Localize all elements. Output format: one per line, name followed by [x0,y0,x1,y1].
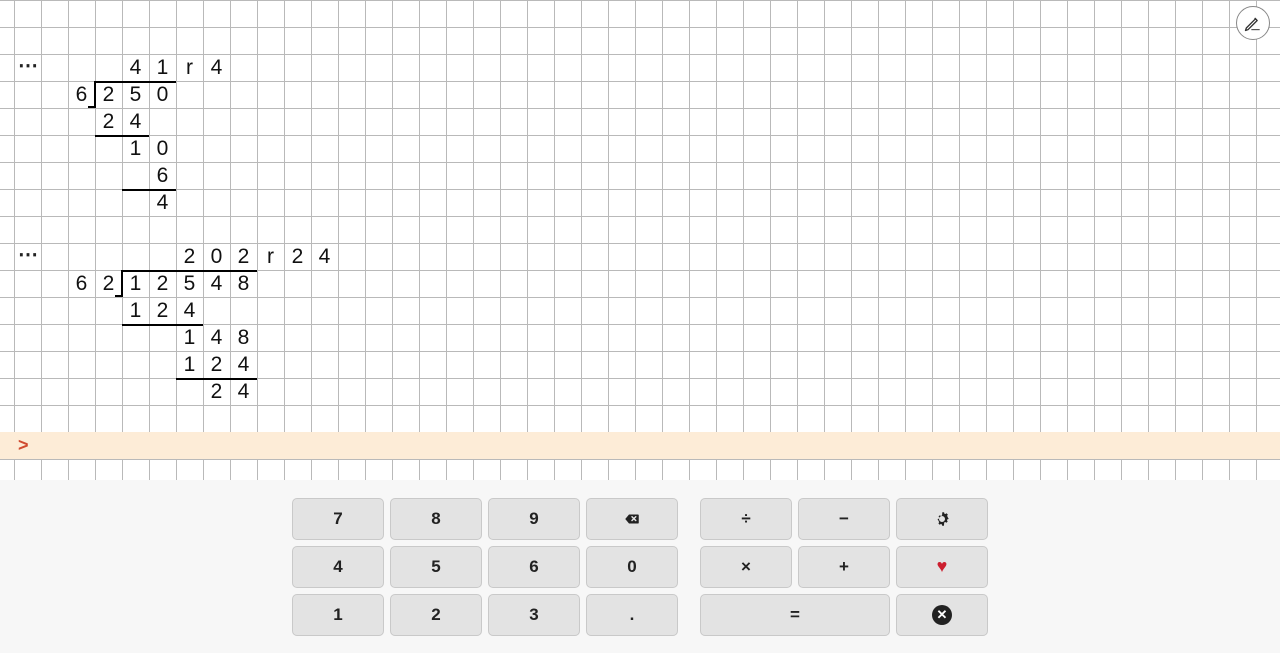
key-clear[interactable]: ✕ [896,594,988,636]
keypad: 789 ÷− 4560 ×+ ♥ 123. = ✕ [292,498,988,636]
digit-cell: 8 [230,324,257,351]
digit-cell: 1 [122,297,149,324]
digit-cell: 1 [122,270,149,297]
division-bracket-foot [88,106,95,108]
digit-cell: r [176,54,203,81]
digit-cell: 1 [176,351,203,378]
digit-cell: 2 [95,81,122,108]
key-9[interactable]: 9 [488,498,580,540]
division-bracket-foot [115,295,122,297]
digit-cell: 4 [176,297,203,324]
digit-cell: 2 [203,351,230,378]
key-5[interactable]: 5 [390,546,482,588]
digit-cell: 2 [284,243,311,270]
key-multiply[interactable]: × [700,546,792,588]
digit-cell: 4 [122,54,149,81]
key-divide[interactable]: ÷ [700,498,792,540]
key-settings[interactable] [896,498,988,540]
digit-cell: 2 [95,270,122,297]
problem-menu[interactable]: ⋯ [14,54,41,81]
backspace-icon [623,510,641,528]
worksheet-grid[interactable]: ⋯⋯41r46250241064202r24621254812414812424… [0,0,1280,480]
handwriting-toggle[interactable] [1236,6,1270,40]
digit-cell: 1 [149,54,176,81]
digit-cell: 2 [95,108,122,135]
digit-cell: 4 [203,270,230,297]
digit-cell: 4 [149,189,176,216]
digit-cell: 4 [311,243,338,270]
digit-cell: 4 [203,324,230,351]
division-rule [95,135,149,137]
division-rule [176,378,257,380]
key-0[interactable]: 0 [586,546,678,588]
division-bracket [121,270,123,297]
digit-cell: 2 [230,243,257,270]
key-favorite[interactable]: ♥ [896,546,988,588]
key-4[interactable]: 4 [292,546,384,588]
division-rule [122,189,176,191]
digit-cell: 6 [68,270,95,297]
key-equals[interactable]: = [700,594,890,636]
key-7[interactable]: 7 [292,498,384,540]
heart-icon: ♥ [937,556,948,577]
digit-cell: 0 [149,135,176,162]
digit-cell: 5 [176,270,203,297]
keypad-area: 789 ÷− 4560 ×+ ♥ 123. = ✕ [0,480,1280,653]
digit-cell: 1 [122,135,149,162]
key-2[interactable]: 2 [390,594,482,636]
digit-cell: 4 [230,351,257,378]
key-plus[interactable]: + [798,546,890,588]
division-bracket [94,81,96,108]
digit-cell: 2 [149,270,176,297]
division-rule [95,81,176,83]
digit-cell: 5 [122,81,149,108]
digit-cell: 8 [230,270,257,297]
digit-cell: 2 [203,378,230,405]
division-rule [122,324,203,326]
key-1[interactable]: 1 [292,594,384,636]
key-backspace[interactable] [586,498,678,540]
digit-cell: 2 [176,243,203,270]
key-3[interactable]: 3 [488,594,580,636]
pencil-icon [1243,13,1263,33]
digit-cell: 6 [149,162,176,189]
prompt-caret: > [18,432,29,459]
gear-icon [933,510,951,528]
input-row[interactable]: > [0,432,1280,459]
digit-cell: 4 [230,378,257,405]
digit-cell: 0 [203,243,230,270]
digit-cell: 6 [68,81,95,108]
clear-icon: ✕ [932,605,952,625]
digit-cell: 4 [122,108,149,135]
digit-cell: 4 [203,54,230,81]
key-6[interactable]: 6 [488,546,580,588]
division-rule [122,270,257,272]
problem-menu[interactable]: ⋯ [14,243,41,270]
digit-cell: 0 [149,81,176,108]
key-minus[interactable]: − [798,498,890,540]
key-8[interactable]: 8 [390,498,482,540]
digit-cell: 1 [176,324,203,351]
digit-cell: 2 [149,297,176,324]
key-decimal[interactable]: . [586,594,678,636]
digit-cell: r [257,243,284,270]
